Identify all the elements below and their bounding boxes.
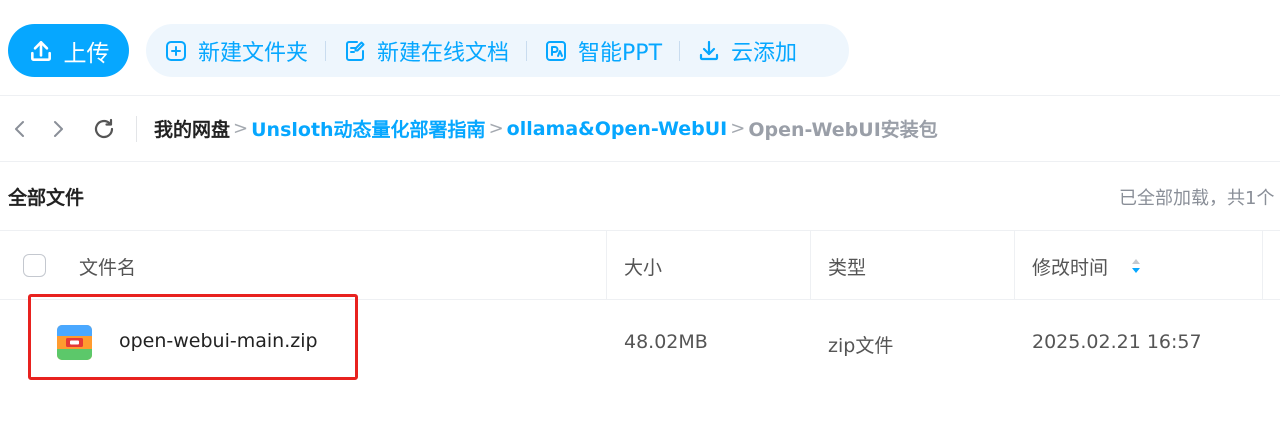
new-folder-button[interactable]: 新建文件夹 <box>164 35 308 67</box>
section-title: 全部文件 <box>8 187 85 209</box>
divider <box>136 116 137 142</box>
divider <box>526 40 528 61</box>
smart-ppt-button[interactable]: 智能PPT <box>544 35 662 67</box>
column-divider <box>1262 231 1263 300</box>
column-header-type[interactable]: 类型 <box>828 253 866 280</box>
breadcrumb-item-ollama[interactable]: ollama&Open-WebUI <box>507 118 728 140</box>
new-folder-label: 新建文件夹 <box>198 40 309 66</box>
navigation-bar: 我的网盘 > Unsloth动态量化部署指南 > ollama&Open-Web… <box>0 96 1280 162</box>
smart-ppt-icon <box>546 40 567 61</box>
column-header-modified[interactable]: 修改时间 <box>1032 253 1108 280</box>
column-divider <box>1014 231 1015 300</box>
upload-button[interactable]: 上传 <box>8 24 129 77</box>
divider <box>679 40 681 61</box>
new-doc-icon <box>346 40 365 61</box>
select-all-checkbox[interactable] <box>23 254 46 277</box>
breadcrumb-current: Open-WebUI安装包 <box>748 119 938 141</box>
breadcrumb-separator: > <box>233 118 249 139</box>
file-size: 48.02MB <box>624 331 708 353</box>
column-divider <box>810 231 811 300</box>
refresh-icon[interactable] <box>92 117 116 141</box>
action-group: 新建文件夹 新建在线文档 智能PPT 云添加 <box>146 24 849 77</box>
loaded-status: 已全部加载，共1个 <box>1119 188 1275 209</box>
new-online-doc-button[interactable]: 新建在线文档 <box>343 35 509 67</box>
forward-arrow-icon[interactable] <box>48 119 68 139</box>
cloud-add-icon <box>699 40 719 60</box>
highlight-annotation-box <box>28 294 358 380</box>
sort-icon[interactable] <box>1129 256 1143 276</box>
file-type: zip文件 <box>828 335 894 357</box>
cloud-add-label: 云添加 <box>731 40 798 66</box>
toolbar: 上传 新建文件夹 新建在线文档 智能PPT 云添加 <box>0 0 1280 96</box>
breadcrumb: 我的网盘 > Unsloth动态量化部署指南 > ollama&Open-Web… <box>154 115 938 142</box>
column-header-size[interactable]: 大小 <box>624 253 662 280</box>
table-header: 文件名 大小 类型 修改时间 <box>0 230 1280 300</box>
back-arrow-icon[interactable] <box>10 119 30 139</box>
divider <box>325 40 327 61</box>
new-online-doc-label: 新建在线文档 <box>377 40 510 66</box>
smart-ppt-label: 智能PPT <box>578 40 663 66</box>
column-header-name[interactable]: 文件名 <box>79 253 136 280</box>
breadcrumb-separator: > <box>488 118 504 139</box>
column-divider <box>606 231 607 300</box>
new-folder-icon <box>166 40 186 61</box>
upload-icon <box>30 40 51 61</box>
cloud-add-button[interactable]: 云添加 <box>697 35 797 67</box>
file-modified-time: 2025.02.21 16:57 <box>1032 331 1202 353</box>
breadcrumb-item-unsloth[interactable]: Unsloth动态量化部署指南 <box>251 115 485 142</box>
breadcrumb-separator: > <box>730 118 746 139</box>
breadcrumb-root[interactable]: 我的网盘 <box>154 115 230 142</box>
upload-label: 上传 <box>63 40 110 67</box>
